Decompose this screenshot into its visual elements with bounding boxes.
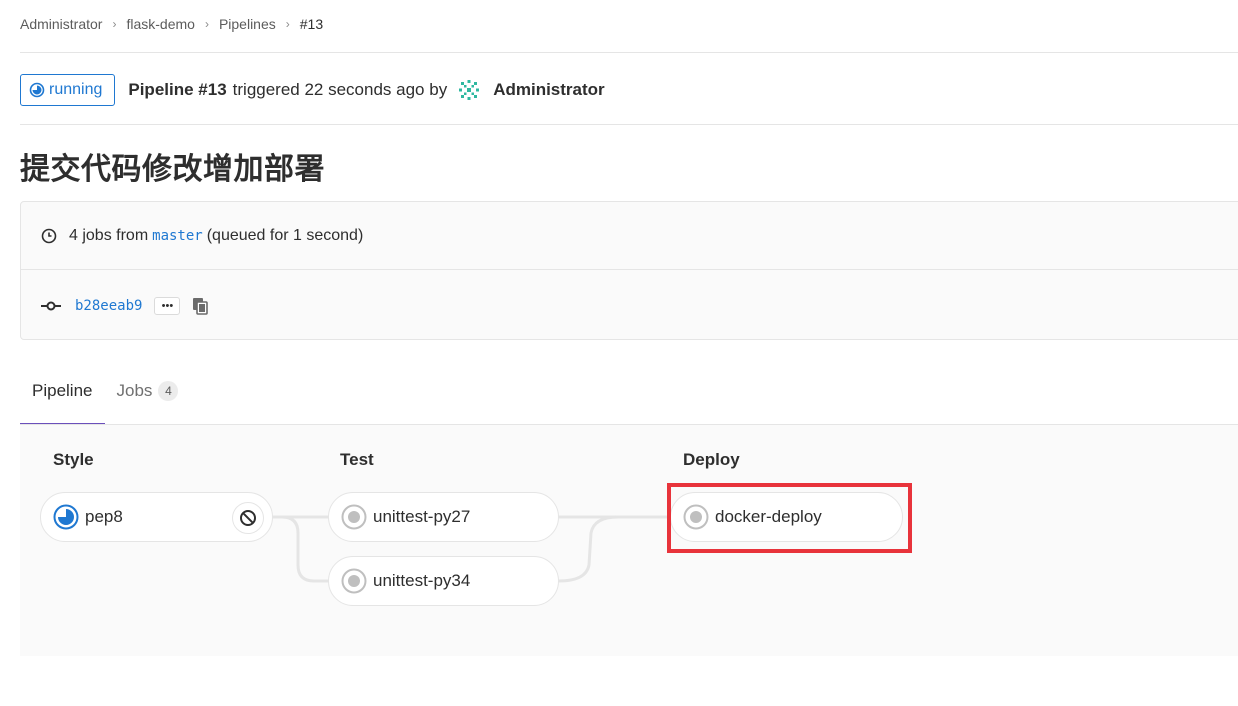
chevron-right-icon: › [285, 17, 290, 31]
jobs-info-row: 4 jobs from master (queued for 1 second) [21, 202, 1238, 270]
breadcrumb-item-project[interactable]: flask-demo [126, 16, 194, 32]
queued-text: (queued for 1 second) [206, 226, 364, 244]
job-name: pep8 [85, 507, 123, 526]
pipeline-graph: Style Test Deploy pep8 unittest-py27 uni… [20, 424, 1238, 656]
chevron-right-icon: › [204, 17, 209, 31]
user-link[interactable]: Administrator [493, 80, 604, 100]
breadcrumb-item-user[interactable]: Administrator [20, 16, 102, 32]
job-name: unittest-py34 [373, 571, 471, 590]
tab-label: Pipeline [32, 380, 93, 400]
commit-title: 提交代码修改增加部署 [20, 152, 325, 187]
job-pep8[interactable]: pep8 [40, 492, 273, 542]
breadcrumb: Administrator › flask-demo › Pipelines ›… [20, 14, 323, 34]
job-unittest-py34[interactable]: unittest-py34 [328, 556, 559, 606]
tab-label: Jobs [116, 380, 153, 400]
status-label: running [49, 81, 103, 98]
stage-title-deploy: Deploy [683, 450, 740, 469]
highlight-box [667, 483, 912, 553]
pipeline-tabs: Pipeline Jobs 4 [20, 369, 191, 425]
divider [20, 124, 1238, 125]
running-status-icon [29, 82, 45, 98]
tab-jobs[interactable]: Jobs 4 [105, 369, 191, 412]
created-status-icon [341, 568, 367, 594]
chevron-right-icon: › [112, 17, 117, 31]
created-status-icon [341, 504, 367, 530]
expand-commit-button[interactable]: ••• [154, 297, 181, 315]
stage-title-style: Style [53, 450, 94, 469]
pipeline-header: running Pipeline #13 triggered 22 second… [20, 73, 605, 107]
pipeline-summary: Pipeline #13 triggered 22 seconds ago by… [128, 78, 605, 102]
commit-icon [41, 300, 61, 312]
breadcrumb-item-pipelines[interactable]: Pipelines [219, 16, 276, 32]
breadcrumb-item-current[interactable]: #13 [300, 16, 323, 32]
job-name: unittest-py27 [373, 507, 471, 526]
running-status-icon [53, 504, 79, 530]
cancel-job-button[interactable] [232, 502, 264, 534]
divider [20, 52, 1238, 53]
jobs-count-text: 4 jobs from [69, 226, 149, 244]
status-badge[interactable]: running [20, 74, 116, 106]
tab-pipeline[interactable]: Pipeline [20, 369, 105, 425]
cancel-icon [240, 510, 256, 526]
commit-sha-link[interactable]: b28eeab9 [75, 298, 142, 314]
clock-icon [41, 228, 57, 244]
jobs-count-badge: 4 [158, 380, 179, 401]
pipeline-label: Pipeline #13 [128, 80, 227, 99]
commit-info-row: b28eeab9 ••• [21, 271, 1238, 341]
copy-icon[interactable] [190, 296, 210, 316]
branch-link[interactable]: master [152, 228, 203, 244]
avatar[interactable] [457, 78, 481, 102]
pipeline-info-box: 4 jobs from master (queued for 1 second)… [20, 201, 1238, 340]
stage-title-test: Test [340, 450, 374, 469]
job-unittest-py27[interactable]: unittest-py27 [328, 492, 559, 542]
triggered-text: triggered 22 seconds ago by [232, 80, 448, 99]
